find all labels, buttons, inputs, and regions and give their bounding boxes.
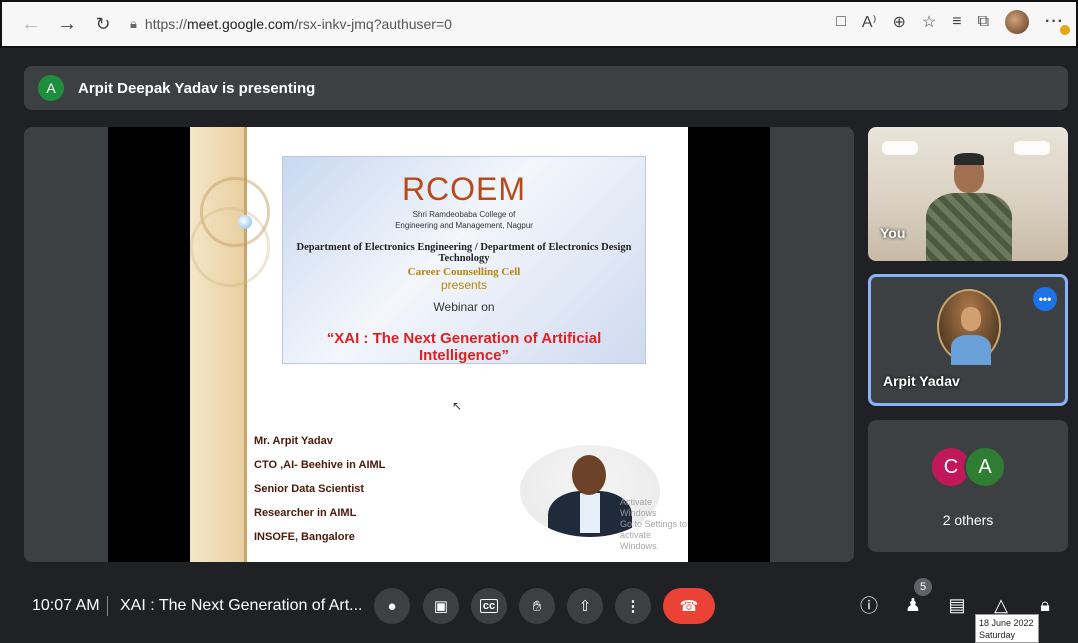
- read-aloud-icon[interactable]: A⁾: [862, 12, 877, 32]
- participant-tile-arpit[interactable]: ••• Arpit Yadav: [868, 274, 1068, 406]
- avatar-shirt: [951, 335, 991, 365]
- collections-icon[interactable]: ⧉: [978, 13, 989, 31]
- meeting-time: 10:07 AM: [32, 597, 100, 614]
- you-body: [926, 193, 1012, 261]
- presenting-text: Arpit Deepak Yadav is presenting: [78, 79, 316, 97]
- speaker-head: [572, 455, 606, 495]
- zoom-icon[interactable]: ⊕: [892, 12, 905, 32]
- favorite-icon[interactable]: ☆: [922, 12, 936, 32]
- presents-text: presents: [440, 278, 488, 292]
- speaker-details: Mr. Arpit Yadav CTO ,AI- Beehive in AIML…: [254, 429, 385, 549]
- favorites-bar-icon[interactable]: ≡: [952, 13, 961, 31]
- people-icon: ♟︎: [904, 594, 922, 615]
- college-logo-text: RCOEM: [401, 171, 527, 207]
- participant-tile-others[interactable]: C A 2 others: [868, 420, 1068, 552]
- back-icon[interactable]: ←: [16, 9, 46, 39]
- speaker-line: CTO ,AI- Beehive in AIML: [254, 459, 386, 471]
- camera-button[interactable]: ▣: [423, 588, 459, 624]
- captions-icon: cc: [479, 599, 499, 613]
- present-button[interactable]: ⇧: [567, 588, 603, 624]
- cell-name: Career Counselling Cell: [407, 266, 521, 278]
- participant-count-badge: 5: [914, 578, 932, 596]
- captions-button[interactable]: cc: [471, 588, 507, 624]
- webinar-title: “XAI : The Next Generation of Artificial…: [326, 330, 602, 364]
- watermark-line1: Activate Windows: [620, 497, 657, 518]
- reload-icon[interactable]: ↻: [88, 9, 118, 39]
- raise-hand-button[interactable]: ✋︎: [519, 588, 555, 624]
- more-options-button[interactable]: •••: [1033, 287, 1057, 311]
- browser-toolbar: ← → ↻ 🔒︎ https://meet.google.com/rsx-ink…: [0, 0, 1078, 48]
- camera-icon: ▣: [433, 598, 449, 615]
- tooltip-date: 18 June 2022: [979, 618, 1034, 628]
- tooltip-day: Saturday: [979, 630, 1016, 640]
- chat-button[interactable]: ▤: [944, 592, 970, 618]
- info-icon: ⓘ: [860, 596, 878, 616]
- hang-up-icon: ☎︎: [679, 598, 699, 615]
- college-name-line2: Engineering and Management, Nagpur: [395, 221, 533, 230]
- speaker-line: Mr. Arpit Yadav: [254, 435, 333, 447]
- mouse-cursor-icon: ↖: [452, 399, 463, 413]
- webinar-label: Webinar on: [433, 300, 495, 314]
- presentation-slide: RCOEM Shri Ramdeobaba College of Enginee…: [190, 127, 688, 562]
- participant-name: You: [880, 225, 906, 241]
- divider: [107, 596, 108, 616]
- meeting-details-button[interactable]: ⓘ: [856, 592, 882, 618]
- speaker-line: Researcher in AIML: [254, 507, 357, 519]
- site-info-icon[interactable]: 🔒︎: [130, 16, 137, 32]
- meeting-title: XAI : The Next Generation of Art...: [120, 597, 363, 614]
- decorative-bead: [238, 215, 252, 229]
- warning-badge-icon: [1060, 25, 1070, 35]
- url-text: https://meet.google.com/rsx-inkv-jmq?aut…: [144, 16, 452, 32]
- leave-call-button[interactable]: ☎︎: [663, 588, 715, 624]
- chat-icon: ▤: [948, 594, 966, 615]
- college-name-line1: Shri Ramdeobaba College of: [412, 210, 516, 219]
- presenter-avatar: A: [38, 75, 64, 101]
- lock-icon: 🔒︎: [1040, 594, 1050, 615]
- speaker-line: INSOFE, Bangalore: [254, 531, 355, 543]
- activities-icon: △: [994, 594, 1008, 615]
- ceiling-light: [1014, 141, 1050, 155]
- department-text: Department of Electronics Engineering / …: [296, 242, 632, 264]
- avatar: A: [964, 446, 1006, 488]
- more-icon[interactable]: ···: [1045, 13, 1070, 35]
- profile-avatar[interactable]: [1005, 10, 1030, 34]
- activate-windows-watermark: Activate Windows Go to Settings to activ…: [620, 497, 688, 552]
- more-vert-icon: ⋮: [625, 598, 641, 615]
- present-icon: ⇧: [578, 598, 592, 615]
- slide-title-card: RCOEM Shri Ramdeobaba College of Enginee…: [282, 156, 646, 364]
- avatar: [937, 289, 1001, 365]
- hand-icon: ✋︎: [532, 597, 542, 615]
- microphone-button[interactable]: ●: [374, 588, 410, 624]
- speaker-line: Senior Data Scientist: [254, 483, 365, 495]
- you-hair: [954, 153, 984, 165]
- participant-tile-you[interactable]: You: [868, 127, 1068, 261]
- watermark-line2: Go to Settings to activate Windows.: [620, 519, 688, 551]
- decorative-ring: [190, 207, 270, 287]
- camera-icon[interactable]: □: [836, 13, 846, 31]
- presentation-stage: RCOEM Shri Ramdeobaba College of Enginee…: [24, 127, 854, 562]
- meeting-controls-bar: 10:07 AM XAI : The Next Generation of Ar…: [0, 578, 1078, 634]
- address-bar[interactable]: 🔒︎ https://meet.google.com/rsx-inkv-jmq?…: [130, 16, 452, 32]
- microphone-icon: ●: [387, 597, 397, 615]
- others-count-label: 2 others: [942, 512, 994, 528]
- date-tooltip: 18 June 2022 Saturday: [975, 614, 1039, 643]
- avatar-face: [961, 307, 981, 331]
- presenting-banner: A Arpit Deepak Yadav is presenting: [24, 66, 1068, 110]
- more-options-button[interactable]: ⋮: [615, 588, 651, 624]
- forward-icon[interactable]: →: [52, 9, 82, 39]
- speaker-shirt: [580, 493, 600, 533]
- ceiling-light: [882, 141, 918, 155]
- participant-name: Arpit Yadav: [883, 373, 960, 389]
